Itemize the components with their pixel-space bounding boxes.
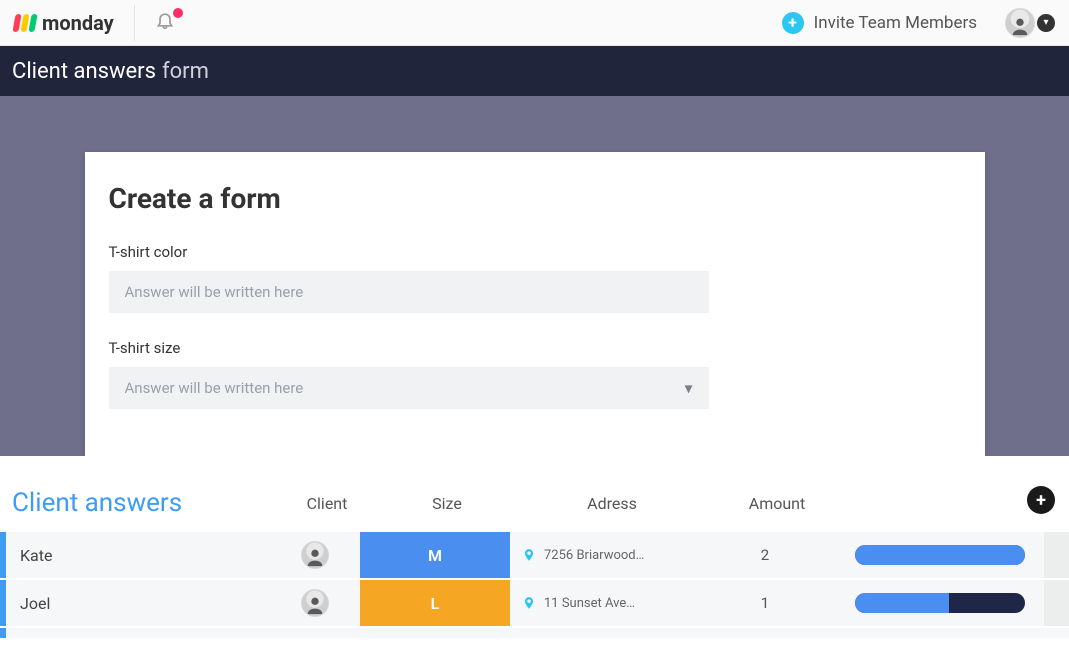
row-amount-cell[interactable]: 1 [690,594,840,612]
board-title[interactable]: Client answers [12,488,282,518]
board-rows: Kate M 7256 Briarwood… 2 Joel L 11 Sunset Ave…… [0,532,1069,638]
divider [134,5,135,41]
row-tail [1044,580,1069,626]
view-title-suffix: form [162,59,209,84]
avatar-icon [301,541,329,569]
column-header-address[interactable]: Adress [522,494,702,513]
table-row[interactable]: Joel L 11 Sunset Ave… 1 [0,580,1069,626]
invite-team-button[interactable]: + Invite Team Members [782,12,977,34]
view-title-bar: Client answers form [0,46,1069,96]
form-field-label: T-shirt color [109,243,961,261]
address-text: 11 Sunset Ave… [544,596,635,611]
row-accent [0,532,6,578]
location-pin-icon [522,596,536,610]
row-progress-cell[interactable] [840,545,1040,565]
form-heading: Create a form [109,182,961,215]
row-tail [1044,532,1069,578]
location-pin-icon [522,548,536,562]
column-header-size[interactable]: Size [372,494,522,513]
progress-fill [855,545,1025,565]
brand-logo[interactable]: monday [14,11,114,35]
row-client-cell[interactable] [270,589,360,617]
progress-track [855,593,1025,613]
form-field-label: T-shirt size [109,339,961,357]
address-text: 7256 Briarwood… [544,548,644,563]
row-amount-cell[interactable]: 2 [690,546,840,564]
row-accent [0,580,6,626]
board-header-row: Client answers Client Size Adress Amount [0,488,1069,532]
row-accent [0,628,6,638]
bell-icon [155,10,175,30]
row-progress-cell[interactable] [840,593,1040,613]
invite-label: Invite Team Members [814,13,977,33]
form-card: Create a form T-shirt color T-shirt size… [85,152,985,472]
brand-name: monday [42,11,114,35]
add-column-button[interactable]: + [1027,486,1055,514]
form-canvas: Create a form T-shirt color T-shirt size… [0,96,1069,456]
avatar-icon [301,589,329,617]
logo-mark-icon [14,14,36,32]
row-address-cell[interactable]: 11 Sunset Ave… [510,596,690,611]
board-panel: + Client answers Client Size Adress Amou… [0,456,1069,638]
column-header-amount[interactable]: Amount [702,494,852,513]
row-size-cell[interactable]: L [360,580,510,626]
plus-circle-icon: + [782,12,804,34]
account-menu[interactable]: ▾ [1005,8,1055,38]
column-header-client[interactable]: Client [282,494,372,513]
progress-track [855,545,1025,565]
progress-fill [855,593,949,613]
view-title-main: Client answers [12,59,156,84]
row-name-cell[interactable]: Kate [16,546,270,565]
notification-dot-icon [173,8,183,18]
row-client-cell[interactable] [270,541,360,569]
notifications-button[interactable] [155,10,181,36]
tshirt-color-input[interactable] [109,271,709,313]
top-header: monday + Invite Team Members ▾ [0,0,1069,46]
avatar-icon [1005,8,1035,38]
chevron-down-icon: ▾ [1037,14,1055,32]
table-row [0,628,1069,638]
row-name-cell[interactable]: Joel [16,594,270,613]
row-address-cell[interactable]: 7256 Briarwood… [510,548,690,563]
row-size-cell[interactable]: M [360,532,510,578]
tshirt-size-select[interactable] [109,367,709,409]
table-row[interactable]: Kate M 7256 Briarwood… 2 [0,532,1069,578]
